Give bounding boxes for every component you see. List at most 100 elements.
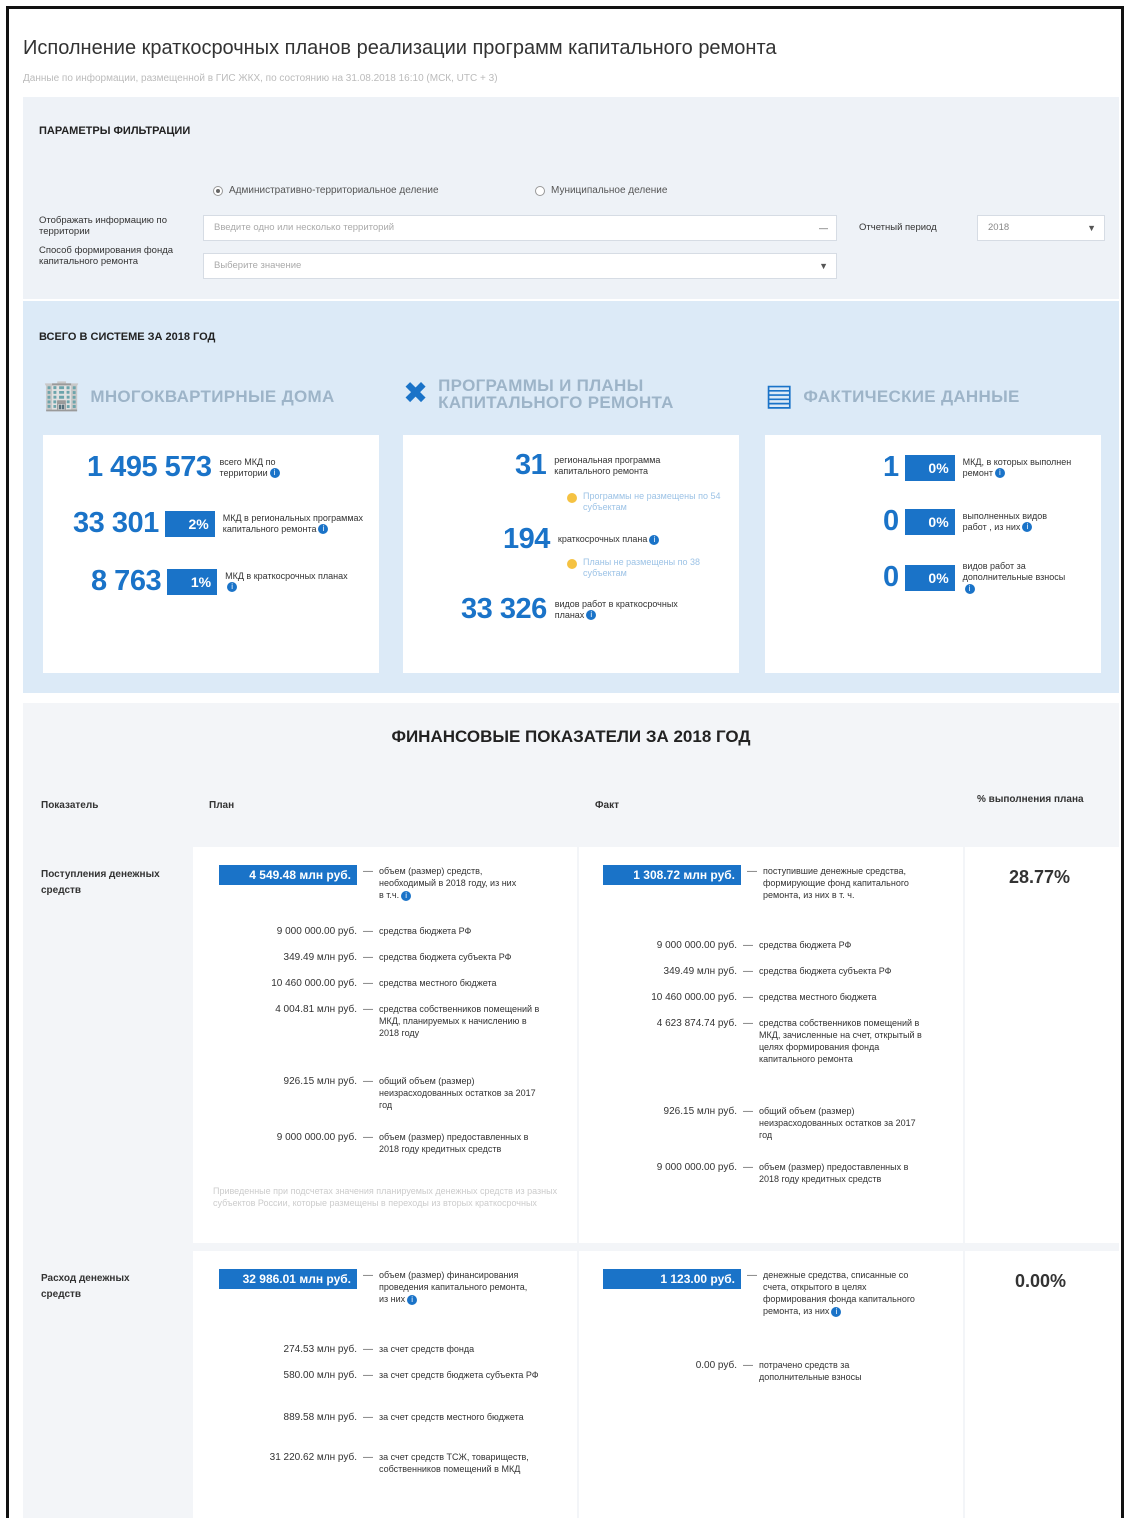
finance-panel: ФИНАНСОВЫЕ ПОКАЗАТЕЛИ ЗА 2018 ГОД Показа… [23,703,1119,1518]
value-line: 10 460 000.00 руб. — средства местного бюд… [589,991,929,1005]
warning-icon [567,493,577,503]
filters-panel: ПАРАМЕТРЫ ФИЛЬТРАЦИИ Административно-тер… [23,97,1119,299]
dash-separator: — [743,1162,753,1173]
territory-placeholder: Введите одно или несколько территорий [214,222,395,233]
programs-stat-works: 33 326 видов работ в краткосрочных плана… [461,593,695,626]
dash-separator: — [743,966,753,977]
actual-stat-houses: 1 0% МКД, в которых выполнен ремонт i [883,451,1073,484]
value-line-desc: общий объем (размер) неизрасходованных о… [759,1106,916,1140]
dash-separator: — [363,1004,373,1015]
info-icon[interactable]: i [401,890,412,901]
actual-title: ФАКТИЧЕСКИЕ ДАННЫЕ [803,386,1020,406]
territory-input[interactable]: Введите одно или несколько территорий — [203,215,837,241]
value-line: 0.00 руб. — потрачено средств за дополните… [589,1359,919,1383]
dash-separator: — [363,978,373,989]
period-select[interactable]: 2018 ▼ [977,215,1105,241]
col-indicator: Показатель [41,800,99,811]
dash-separator: — [743,940,753,951]
info-icon[interactable]: i [964,583,975,594]
value-line-amount: 9 000 000.00 руб. [276,1132,357,1143]
programs-regional-desc: региональная программа капитального ремо… [554,454,661,476]
col-percent: % выполнения плана [977,794,1084,805]
actual-works-desc-text: выполненных видов работ , из них [962,510,1048,532]
expense-label: Расход денежных средств [41,1273,130,1300]
expense-fact-badge: 1 123.00 руб. [603,1269,741,1289]
income-percent: 28.77% [1009,867,1071,887]
info-icon[interactable]: i [1022,522,1033,533]
value-line-amount: 4 623 874.74 руб. [656,1018,737,1029]
dash-icon: — [819,223,828,233]
page-subtitle: Данные по информации, размещенной в ГИС … [23,73,498,84]
income-fact-highlight: 1 308.72 млн руб. — поступившие денежные… [603,865,923,901]
houses-programs-desc-text: МКД в региональных программах капитально… [222,512,364,534]
info-icon[interactable]: i [994,468,1005,479]
expense-percent: 0.00% [1015,1271,1067,1291]
actual-houses-desc-text: МКД, в которых выполнен ремонт [962,456,1072,478]
value-line: 349.49 млн руб. — средства бюджета субъект… [209,951,549,965]
actual-card: 1 0% МКД, в которых выполнен ремонт i 0 0… [765,435,1101,673]
value-line: 10 460 000.00 руб. — средства местного бюд… [209,977,549,991]
info-icon[interactable]: i [318,524,329,535]
expense-plan-badge: 32 986.01 млн руб. [219,1269,357,1289]
actual-stat-works: 0 0% выполненных видов работ , из них i [883,505,1073,538]
info-icon[interactable]: i [269,468,280,479]
value-line: 349.49 млн руб. — средства бюджета субъект… [589,965,929,979]
totals-panel: ВСЕГО В СИСТЕМЕ ЗА 2018 ГОД 🏢 МНОГОКВАРТ… [23,301,1119,693]
income-label: Поступления денежных средств [41,869,160,896]
houses-plans-value: 8 763 [91,565,162,597]
value-line-amount: 0.00 руб. [695,1360,737,1371]
houses-programs-pct: 2% [164,510,215,537]
programs-stat-plans: 194 краткосрочных плана i [503,523,698,556]
value-line-desc: за счет средств бюджета субъекта РФ [379,1370,539,1380]
radio-dot-icon [213,185,223,196]
info-icon[interactable]: i [831,1306,842,1317]
houses-card: 1 495 573 всего МКД по территории i 33 30… [43,435,379,673]
value-line: 9 000 000.00 руб. — средства бюджета РФ [209,925,549,939]
dash-separator: — [363,1412,373,1423]
radio-municipal-division[interactable]: Муниципальное деление [535,185,667,196]
radio-admin-division[interactable]: Административно-территориальное деление [213,185,439,196]
plans-warning-text: Планы не размещены по 38 субъектам [583,557,701,578]
actual-extra-pct: 0% [904,564,955,591]
programs-regional-value: 31 [515,449,547,481]
totals-heading: ВСЕГО В СИСТЕМЕ ЗА 2018 ГОД [39,331,216,343]
tools-icon: ✖ [403,377,429,410]
houses-total-value: 1 495 573 [87,451,212,483]
radio-admin-label: Административно-территориальное деление [229,185,439,196]
expense-plan-badge-desc: объем (размер) финансирования проведения… [379,1269,529,1305]
houses-total-desc-text: всего МКД по территории [219,456,276,478]
plans-warning: Планы не размещены по 38 субъектам [567,557,703,579]
value-line-amount: 10 460 000.00 руб. [271,978,357,989]
finance-heading: ФИНАНСОВЫЕ ПОКАЗАТЕЛИ ЗА 2018 ГОД [391,727,751,746]
info-icon[interactable]: i [586,610,597,621]
value-line: 4 004.81 млн руб. — средства собственников… [209,1003,549,1039]
value-line: 580.00 млн руб. — за счет средств бюджета … [209,1369,539,1383]
value-line-amount: 889.58 млн руб. [283,1412,357,1423]
method-select[interactable]: Выберите значение ▼ [203,253,837,279]
actual-houses-pct: 0% [904,454,955,481]
info-icon[interactable]: i [407,1294,418,1305]
programs-works-value: 33 326 [461,593,547,625]
value-line-amount: 10 460 000.00 руб. [651,992,737,1003]
programs-plans-desc: краткосрочных плана i [558,534,698,545]
value-line-amount: 9 000 000.00 руб. [656,1162,737,1173]
dash-separator: — [363,1270,373,1281]
col-fact: Факт [595,800,619,811]
value-line: 926.15 млн руб. — общий объем (размер) неи… [209,1075,549,1111]
document-icon: ▤ [765,379,794,412]
value-line-amount: 31 220.62 млн руб. [269,1452,357,1463]
period-label: Отчетный период [859,222,937,233]
programs-card: 31 региональная программа капитального р… [403,435,739,673]
value-line-desc: объем (размер) предоставленных в 2018 го… [379,1132,529,1154]
info-icon[interactable]: i [649,534,660,545]
houses-plans-desc: МКД в краткосрочных планахi [225,571,355,593]
houses-title: МНОГОКВАРТИРНЫЕ ДОМА [90,386,335,406]
dash-separator: — [743,1106,753,1117]
buildings-icon: 🏢 [43,379,81,412]
info-icon[interactable]: i [227,582,238,593]
expense-fact-badge-desc: денежные средства, списанные со счета, о… [763,1269,923,1317]
radio-dot-icon [535,185,545,196]
value-line: 926.15 млн руб. — общий объем (размер) неи… [589,1105,929,1141]
houses-stat-programs: 33 301 2% МКД в региональных программах … [73,507,373,540]
value-line-desc: средства бюджета РФ [759,940,852,950]
